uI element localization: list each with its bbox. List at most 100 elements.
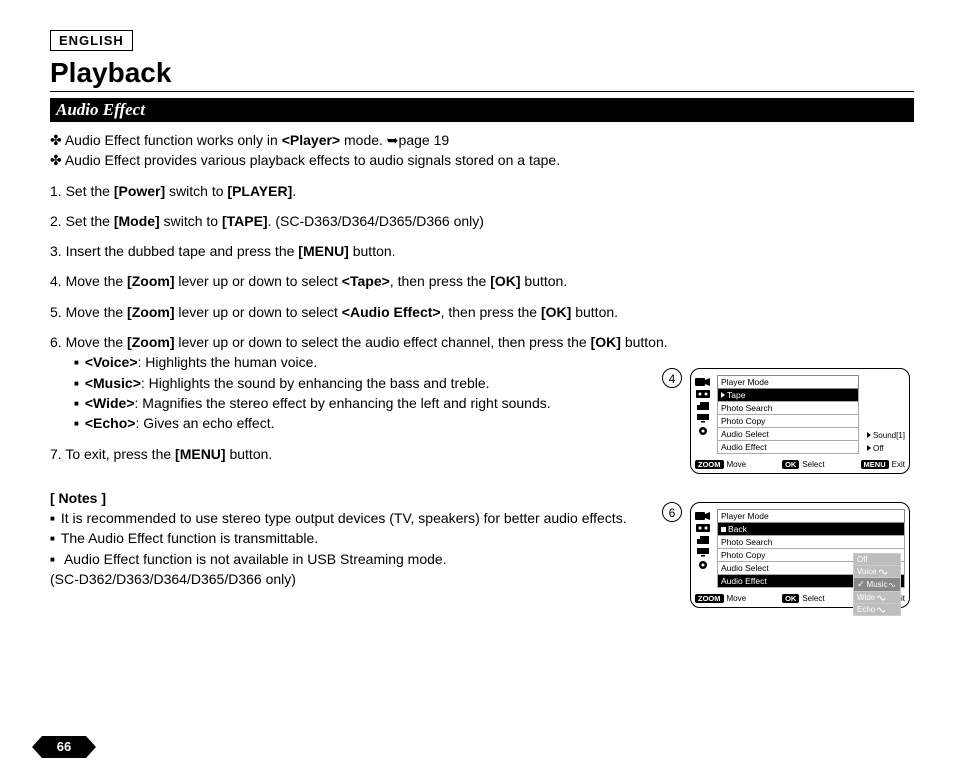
camcorder-icon: [695, 377, 711, 387]
text: button.: [571, 304, 618, 320]
lcd-screen-6: Player Mode Back Photo Search Photo Copy…: [690, 502, 910, 608]
menu-item-tape[interactable]: Tape: [717, 389, 859, 402]
note-1: It is recommended to use stereo type out…: [50, 508, 670, 528]
step-circle-4: 4: [662, 368, 682, 388]
text: 3. Insert the dubbed tape and press the: [50, 243, 298, 259]
screen-illustrations: 4 Player Mode Tape Photo Search Photo Co…: [690, 368, 920, 636]
menu-item[interactable]: Photo Search: [717, 402, 859, 415]
step-circle-6: 6: [662, 502, 682, 522]
lcd-footer: ZOOMMove OKSelect MENUExit: [695, 460, 905, 469]
wave-icon: [879, 568, 889, 576]
ok-key-icon: OK: [782, 460, 799, 469]
gear-icon: [695, 425, 711, 437]
menu-item[interactable]: Audio Effect: [717, 441, 859, 454]
step-7: 7. To exit, press the [MENU] button.: [50, 444, 690, 464]
text: : Magnifies the stereo effect by enhanci…: [135, 395, 551, 411]
label: Music: [867, 580, 888, 589]
bold: [Power]: [114, 183, 165, 199]
text: Audio Effect function is not available i…: [64, 551, 447, 567]
bold: <Wide>: [85, 395, 135, 411]
option-music[interactable]: ✓Music: [853, 578, 901, 592]
text: button.: [621, 334, 668, 350]
label: Select: [802, 460, 824, 469]
effect-options-popup: Off Voice ✓Music Wide Echo: [853, 553, 901, 616]
arrow-right-icon: [867, 432, 871, 438]
bold: <Tape>: [342, 273, 390, 289]
label: Echo: [857, 605, 875, 614]
text: mode. ➥page 19: [340, 132, 449, 148]
option-voice[interactable]: Voice: [853, 566, 901, 578]
text: . (SC-D363/D364/D365/D366 only): [268, 213, 484, 229]
lcd-screen-4: Player Mode Tape Photo Search Photo Copy…: [690, 368, 910, 474]
label: Off: [857, 555, 868, 564]
text: switch to: [165, 183, 227, 199]
text: (SC-D362/D363/D364/D365/D366 only): [50, 571, 296, 587]
menu-item[interactable]: Photo Search: [717, 536, 905, 549]
menu-item-back[interactable]: Back: [717, 523, 905, 536]
option-echo[interactable]: Echo: [853, 604, 901, 616]
page-title: Playback: [50, 57, 914, 89]
tape-icon: [695, 389, 711, 399]
effect-echo: <Echo>: Gives an echo effect.: [74, 413, 690, 433]
page-number-badge: 66: [42, 736, 86, 758]
bold: <Player>: [282, 132, 340, 148]
text: button.: [349, 243, 396, 259]
monitor-icon: [695, 547, 711, 557]
text: .: [292, 183, 296, 199]
text: 1. Set the: [50, 183, 114, 199]
effect-voice: <Voice>: Highlights the human voice.: [74, 352, 690, 372]
text: , then press the: [390, 273, 490, 289]
text: ✤ Audio Effect function works only in: [50, 132, 282, 148]
menu-item[interactable]: Photo Copy: [717, 415, 859, 428]
text: 6. Move the: [50, 334, 127, 350]
bold: [OK]: [591, 334, 621, 350]
label: Move: [727, 460, 747, 469]
arrow-right-icon: [867, 445, 871, 451]
value: Off: [873, 444, 884, 453]
menu-values-4: Sound[1] Off: [867, 375, 905, 454]
bold: [PLAYER]: [227, 183, 292, 199]
text: : Gives an echo effect.: [135, 415, 274, 431]
camcorder-icon: [695, 511, 711, 521]
menu-item[interactable]: Audio Select: [717, 428, 859, 441]
label: Exit: [892, 460, 905, 469]
option-off[interactable]: Off: [853, 553, 901, 566]
step-5: 5. Move the [Zoom] lever up or down to s…: [50, 302, 690, 322]
label: Wide: [857, 593, 875, 602]
effect-music: <Music>: Highlights the sound by enhanci…: [74, 373, 690, 393]
bold: <Audio Effect>: [342, 304, 441, 320]
step-1: 1. Set the [Power] switch to [PLAYER].: [50, 181, 690, 201]
text: 7. To exit, press the: [50, 446, 175, 462]
intro-line-2: ✤ Audio Effect provides various playback…: [50, 150, 914, 170]
text: button.: [521, 273, 568, 289]
card-icon: [695, 401, 711, 411]
option-wide[interactable]: Wide: [853, 592, 901, 604]
text: switch to: [160, 213, 222, 229]
text: , then press the: [441, 304, 541, 320]
bold: [Zoom]: [127, 273, 174, 289]
text: button.: [226, 446, 273, 462]
bold: <Music>: [85, 375, 141, 391]
label: Voice: [857, 567, 877, 576]
card-icon: [695, 535, 711, 545]
menu-list-4: Player Mode Tape Photo Search Photo Copy…: [717, 375, 859, 454]
text: : Highlights the sound by enhancing the …: [141, 375, 490, 391]
value: Sound[1]: [873, 431, 905, 440]
screen-step-4: 4 Player Mode Tape Photo Search Photo Co…: [690, 368, 920, 474]
label: Select: [802, 594, 824, 603]
menu-key-icon: MENU: [861, 460, 889, 469]
menu-header: Player Mode: [717, 375, 859, 389]
step-2: 2. Set the [Mode] switch to [TAPE]. (SC-…: [50, 211, 690, 231]
step-4: 4. Move the [Zoom] lever up or down to s…: [50, 271, 690, 291]
bold: [MENU]: [298, 243, 349, 259]
bold: [Mode]: [114, 213, 160, 229]
title-rule: [50, 91, 914, 92]
arrow-right-icon: [721, 392, 725, 398]
step-6: 6. Move the [Zoom] lever up or down to s…: [50, 332, 690, 433]
wave-icon: [877, 594, 887, 602]
wave-icon: [889, 581, 897, 589]
bold: <Voice>: [85, 354, 138, 370]
mode-icon-column: [695, 375, 713, 454]
effect-wide: <Wide>: Magnifies the stereo effect by e…: [74, 393, 690, 413]
screen-step-6: 6 Player Mode Back Photo Search Photo Co…: [690, 502, 920, 608]
